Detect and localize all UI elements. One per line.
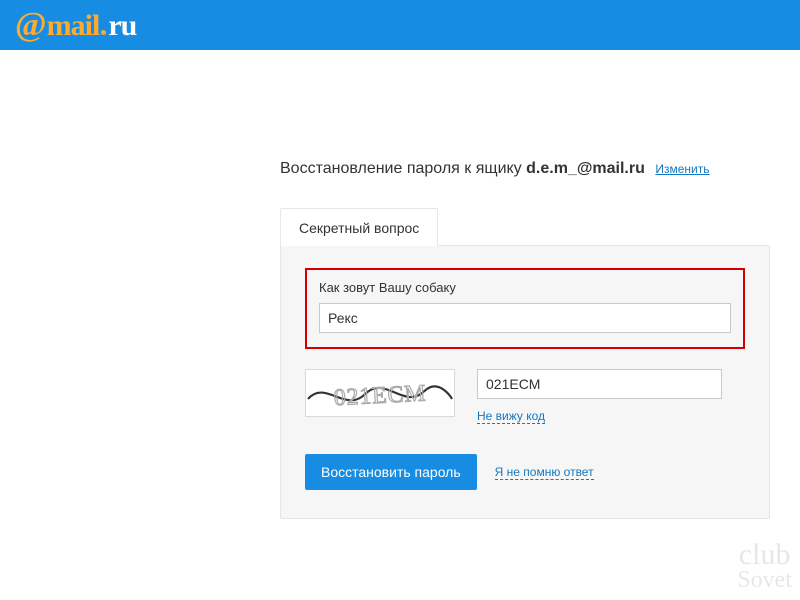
submit-button[interactable]: Восстановить пароль <box>305 454 477 490</box>
forgot-answer-link[interactable]: Я не помню ответ <box>495 465 594 480</box>
logo-ru-text: ru <box>108 9 136 43</box>
secret-question-label: Как зовут Вашу собаку <box>319 280 731 295</box>
logo-at-icon: @ <box>15 6 47 44</box>
page-title: Восстановление пароля к ящику d.e.m_@mai… <box>280 160 800 178</box>
title-email: d.e.m_@mail.ru <box>526 160 645 177</box>
captcha-image: 021ECM <box>305 369 455 417</box>
mailru-logo[interactable]: @ mail ru <box>15 6 136 44</box>
title-prefix: Восстановление пароля к ящику <box>280 160 526 177</box>
tab-area: Секретный вопрос Как зовут Вашу собаку 0… <box>280 208 800 519</box>
watermark: club Sovet <box>737 543 792 594</box>
logo-dot-icon <box>101 30 106 35</box>
captcha-input[interactable] <box>477 369 722 399</box>
actions-row: Восстановить пароль Я не помню ответ <box>305 454 745 490</box>
captcha-refresh-link[interactable]: Не вижу код <box>477 409 545 424</box>
form-panel: Как зовут Вашу собаку 021ECM Не вижу код… <box>280 245 770 519</box>
tab-secret-question[interactable]: Секретный вопрос <box>280 208 438 246</box>
captcha-svg: 021ECM <box>306 369 454 417</box>
main-content: Восстановление пароля к ящику d.e.m_@mai… <box>0 50 800 519</box>
watermark-line2: Sovet <box>737 567 792 594</box>
question-highlight-box: Как зовут Вашу собаку <box>305 268 745 349</box>
watermark-line1: club <box>737 543 792 567</box>
captcha-right-col: Не вижу код <box>477 369 722 424</box>
secret-answer-input[interactable] <box>319 303 731 333</box>
app-header: @ mail ru <box>0 0 800 50</box>
change-email-link[interactable]: Изменить <box>655 162 709 177</box>
logo-mail-text: mail <box>47 9 100 43</box>
captcha-row: 021ECM Не вижу код <box>305 369 745 424</box>
svg-text:021ECM: 021ECM <box>333 380 427 411</box>
